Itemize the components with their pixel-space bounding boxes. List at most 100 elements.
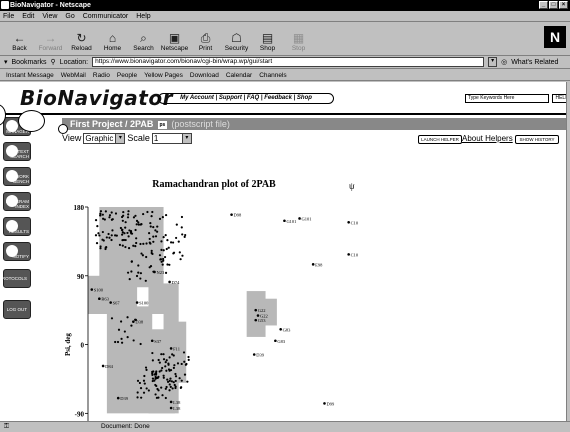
sidebar-item-work-bench[interactable]: WORK BENCH	[3, 167, 31, 186]
residue-point	[181, 233, 184, 236]
personal-yellow-pages[interactable]: Yellow Pages	[144, 70, 183, 80]
residue-point	[162, 353, 165, 356]
url-field[interactable]: https://www.bionavigator.com/bionav/cgi-…	[92, 57, 485, 67]
netscape-button[interactable]: ▣ Netscape	[159, 22, 190, 54]
residue-point	[136, 391, 139, 394]
residue-point	[180, 215, 184, 219]
residue-label: G83	[283, 327, 291, 332]
labeled-residue-point	[135, 301, 139, 304]
residue-point	[130, 260, 133, 263]
back-button[interactable]: ← Back	[4, 22, 35, 54]
url-dropdown-button[interactable]: ▾	[488, 57, 498, 67]
netscape-logo[interactable]: N	[544, 26, 566, 48]
menu-help[interactable]: Help	[136, 11, 150, 21]
y-tick-label: 90	[77, 273, 85, 281]
sidebar-item-label: LOG OUT	[6, 307, 27, 312]
stop-icon: ▦	[292, 31, 305, 45]
residue-point	[139, 387, 143, 390]
reload-button[interactable]: ↻ Reload	[66, 22, 97, 54]
personal-calendar[interactable]: Calendar	[226, 70, 252, 80]
bionavigator-logo[interactable]: BioNavigator	[20, 86, 173, 110]
home-button[interactable]: ⌂ Home	[97, 22, 128, 54]
menu-view[interactable]: View	[42, 11, 57, 21]
residue-point	[160, 386, 163, 389]
ramachandran-plot: Ramachandran plot of 2PAB ψ 180 90 0 -90 Psi, …	[64, 175, 364, 421]
residue-point	[124, 245, 127, 249]
residue-point	[114, 212, 118, 215]
residue-label: D39	[120, 396, 128, 401]
menu-communicator[interactable]: Communicator	[83, 11, 129, 21]
residue-point	[184, 233, 187, 237]
residue-point	[99, 214, 102, 217]
menu-edit[interactable]: Edit	[22, 11, 34, 21]
help-button[interactable]: HELP	[552, 94, 566, 103]
residue-point	[152, 225, 155, 229]
labeled-residue-point	[90, 288, 94, 291]
menu-file[interactable]: File	[3, 11, 14, 21]
keyword-search-input[interactable]: Type Keywords Here	[465, 94, 549, 103]
residue-point	[142, 242, 145, 245]
maximize-button[interactable]: □	[549, 1, 558, 9]
residue-point	[137, 223, 140, 226]
labeled-residue-point	[98, 297, 101, 301]
scale-label: Scale	[127, 133, 150, 143]
sidebar-item-notify[interactable]: NOTIFY	[3, 242, 31, 261]
sidebar-item-text-search[interactable]: TEXT SEARCH	[3, 142, 31, 161]
show-history-button[interactable]: SHOW HISTORY	[515, 135, 559, 144]
vertical-scrollbar[interactable]	[566, 82, 570, 421]
close-button[interactable]: ×	[559, 1, 568, 9]
residue-point	[173, 364, 176, 367]
residue-point	[126, 316, 129, 319]
residue-point	[164, 387, 167, 390]
residue-label: G83	[277, 339, 285, 344]
residue-point	[139, 242, 142, 246]
minimize-button[interactable]: _	[539, 1, 548, 9]
personal-download[interactable]: Download	[190, 70, 219, 80]
shop-button[interactable]: ▤ Shop	[252, 22, 283, 54]
residue-point	[122, 210, 125, 214]
whats-related-icon: ◎	[501, 59, 508, 66]
residue-point	[122, 238, 126, 242]
residue-point	[126, 231, 129, 235]
view-label: View	[62, 133, 82, 143]
bookmarks-button[interactable]: Bookmarks	[12, 59, 47, 66]
forward-button[interactable]: → Forward	[35, 22, 66, 54]
chevron-down-icon: ▾	[115, 133, 125, 143]
labeled-residue-point	[169, 406, 173, 410]
sidebar-item-log-out[interactable]: LOG OUT	[3, 300, 31, 319]
personal-radio[interactable]: Radio	[93, 70, 110, 80]
sidebar-item-protocols[interactable]: PROTOCOLS	[0, 269, 31, 288]
stop-button[interactable]: ▦ Stop	[283, 22, 314, 54]
toolbar-label: Security	[224, 45, 249, 52]
labeled-residue-point	[347, 253, 350, 256]
view-select[interactable]: Graphic ▾	[83, 132, 126, 144]
residue-point	[143, 382, 146, 385]
whats-related-button[interactable]: What's Related	[511, 59, 558, 66]
print-button[interactable]: ⎙ Print	[190, 22, 221, 54]
residue-point	[185, 362, 188, 366]
residue-point	[145, 387, 148, 390]
personal-webmail[interactable]: WebMail	[61, 70, 86, 80]
personal-instant-message[interactable]: Instant Message	[6, 70, 54, 80]
sidebar-item-program-index[interactable]: PROGRAM INDEX	[3, 192, 31, 211]
labeled-residue-point	[323, 402, 326, 405]
residue-point	[168, 389, 171, 392]
about-helpers-link[interactable]: About Helpers	[462, 134, 513, 143]
personal-channels[interactable]: Channels	[259, 70, 286, 80]
security-button[interactable]: ☖ Security	[221, 22, 252, 54]
residue-point	[178, 377, 181, 380]
menu-go[interactable]: Go	[65, 11, 74, 21]
launch-helper-button[interactable]: LAUNCH HELPER	[418, 135, 462, 144]
bookmarks-icon[interactable]: ▾	[4, 58, 8, 66]
residue-point	[157, 358, 160, 362]
sidebar-item-results[interactable]: RESULTS	[3, 217, 31, 236]
personal-people[interactable]: People	[117, 70, 137, 80]
y-tick-label: -90	[75, 410, 85, 418]
residue-point	[161, 394, 164, 397]
search-button[interactable]: ⌕ Search	[128, 22, 159, 54]
residue-point	[164, 365, 167, 368]
labeled-residue-point	[153, 270, 156, 274]
site-nav-links[interactable]: My Account | Support | FAQ | Feedback | …	[158, 93, 334, 104]
scale-select[interactable]: 1 ▾	[151, 132, 192, 144]
residue-point	[119, 226, 122, 230]
